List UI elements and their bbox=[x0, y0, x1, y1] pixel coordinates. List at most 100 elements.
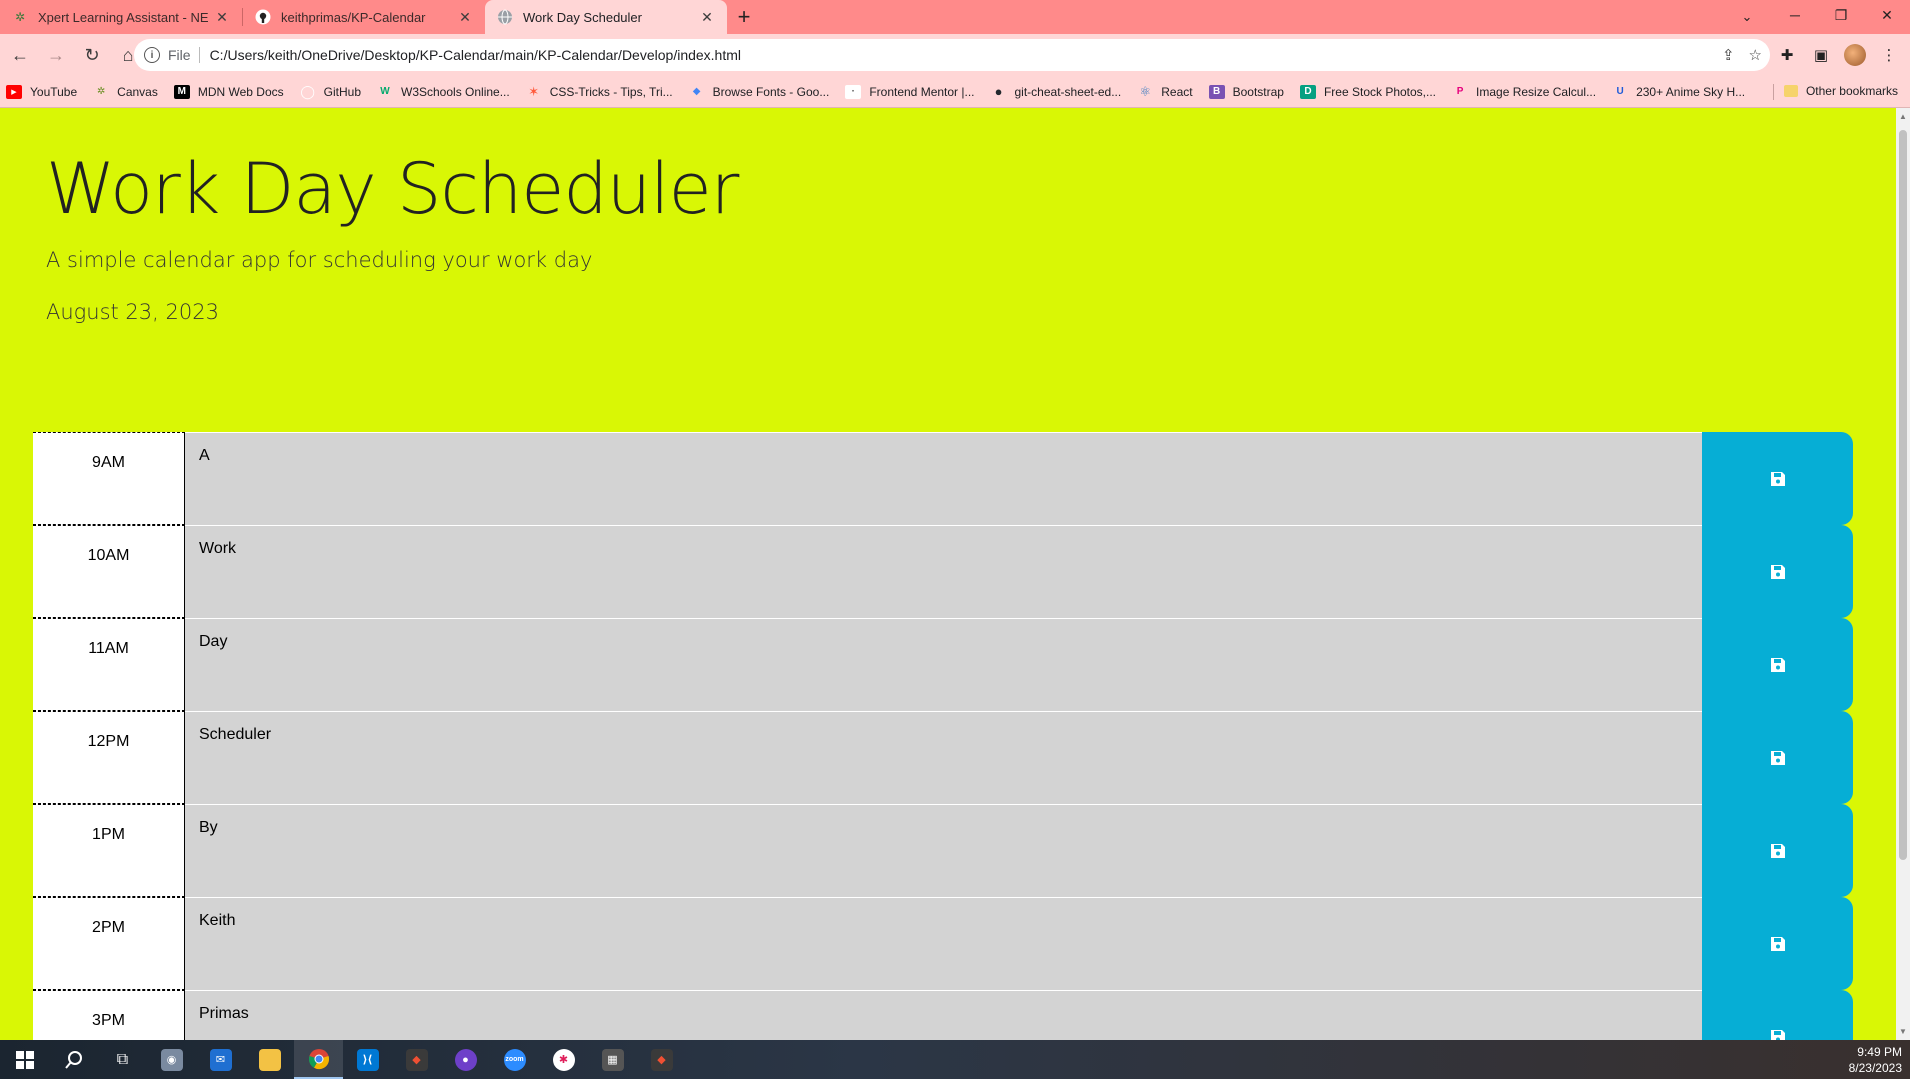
minimize-icon[interactable]: ─ bbox=[1772, 0, 1818, 30]
bookmark-bootstrap[interactable]: B Bootstrap bbox=[1208, 84, 1284, 99]
save-button[interactable] bbox=[1702, 711, 1853, 804]
page-header: Work Day Scheduler A simple calendar app… bbox=[46, 148, 739, 324]
save-button[interactable] bbox=[1702, 990, 1853, 1040]
hour-label: 12PM bbox=[33, 711, 185, 804]
react-icon: ⚛ bbox=[1139, 83, 1152, 99]
bookmark-label: Free Stock Photos,... bbox=[1323, 84, 1437, 99]
bookmark-google-fonts[interactable]: ◆ Browse Fonts - Goo... bbox=[689, 85, 830, 99]
time-block: 1PM By bbox=[33, 804, 1853, 897]
new-tab-button[interactable]: + bbox=[727, 0, 761, 34]
url-divider bbox=[198, 47, 200, 63]
forward-icon[interactable]: → bbox=[40, 39, 72, 71]
system-clock[interactable]: 9:49 PM 8/23/2023 bbox=[1849, 1044, 1902, 1076]
close-icon[interactable]: ✕ bbox=[214, 9, 230, 25]
stock-photos-icon: D bbox=[1299, 84, 1316, 99]
youtube-icon: ▶ bbox=[6, 84, 22, 99]
page-viewport: Work Day Scheduler A simple calendar app… bbox=[0, 108, 1896, 1040]
bookmark-css-tricks[interactable]: ✶ CSS-Tricks - Tips, Tri... bbox=[526, 83, 672, 99]
task-view-icon[interactable]: ⧉ bbox=[98, 1040, 147, 1079]
tab-strip: ✲ Xpert Learning Assistant - NEW! ✕ keit… bbox=[0, 0, 1910, 34]
canvas-icon: ✲ bbox=[96, 86, 106, 97]
time-block: 12PM Scheduler bbox=[33, 711, 1853, 804]
close-window-icon[interactable]: ✕ bbox=[1864, 0, 1910, 30]
hour-label: 3PM bbox=[33, 990, 185, 1040]
github-desktop-icon[interactable]: ● bbox=[441, 1040, 490, 1079]
window-controls: ─ ❐ ✕ bbox=[1772, 0, 1910, 34]
site-info-icon[interactable]: i bbox=[144, 47, 160, 63]
bookmark-react[interactable]: ⚛ React bbox=[1137, 83, 1192, 99]
scroll-up-icon[interactable]: ▲ bbox=[1899, 112, 1907, 121]
bookmark-anime-sky[interactable]: U 230+ Anime Sky H... bbox=[1612, 85, 1745, 99]
scroll-down-icon[interactable]: ▼ bbox=[1899, 1027, 1907, 1036]
tab-work-day-scheduler[interactable]: Work Day Scheduler ✕ bbox=[485, 0, 727, 34]
windows-start-icon[interactable] bbox=[0, 1040, 49, 1079]
zoom-icon[interactable]: zoom bbox=[490, 1040, 539, 1079]
time-block: 3PM Primas bbox=[33, 990, 1853, 1040]
page-scrollbar[interactable]: ▲ ▼ bbox=[1896, 108, 1910, 1040]
address-bar[interactable]: i File C:/Users/keith/OneDrive/Desktop/K… bbox=[134, 39, 1770, 71]
event-description-input[interactable]: By bbox=[185, 804, 1702, 897]
save-button[interactable] bbox=[1702, 525, 1853, 618]
time-block: 10AM Work bbox=[33, 525, 1853, 618]
mail-icon[interactable]: ✉ bbox=[196, 1040, 245, 1079]
save-button[interactable] bbox=[1702, 804, 1853, 897]
git-gui-icon[interactable]: ◆ bbox=[392, 1040, 441, 1079]
slack-icon[interactable]: ✱ bbox=[539, 1040, 588, 1079]
camera-icon[interactable]: ◉ bbox=[147, 1040, 196, 1079]
git-gui-icon[interactable]: ◆ bbox=[637, 1040, 686, 1079]
bookmark-frontend-mentor[interactable]: · Frontend Mentor |... bbox=[845, 84, 975, 99]
event-description-input[interactable]: Day bbox=[185, 618, 1702, 711]
url-text[interactable]: C:/Users/keith/OneDrive/Desktop/KP-Calen… bbox=[210, 47, 741, 63]
profile-avatar[interactable] bbox=[1844, 44, 1866, 66]
other-bookmarks[interactable]: Other bookmarks bbox=[1783, 84, 1898, 98]
bookmark-label: Image Resize Calcul... bbox=[1476, 84, 1597, 99]
event-description-input[interactable]: Scheduler bbox=[185, 711, 1702, 804]
scrollbar-thumb[interactable] bbox=[1899, 130, 1907, 860]
event-description-input[interactable]: A bbox=[185, 432, 1702, 525]
clock-date: 8/23/2023 bbox=[1848, 1061, 1902, 1075]
side-panel-icon[interactable]: ▣ bbox=[1810, 44, 1832, 66]
menu-icon[interactable]: ⋮ bbox=[1878, 44, 1900, 66]
mdn-icon: M bbox=[173, 84, 190, 99]
reload-icon[interactable]: ↻ bbox=[76, 39, 108, 71]
bookmark-git-cheat-sheet[interactable]: ● git-cheat-sheet-ed... bbox=[991, 84, 1122, 99]
tab-xpert[interactable]: ✲ Xpert Learning Assistant - NEW! ✕ bbox=[0, 0, 242, 34]
save-button[interactable] bbox=[1702, 618, 1853, 711]
restore-icon[interactable]: ❐ bbox=[1818, 0, 1864, 30]
calculator-icon[interactable]: ▦ bbox=[588, 1040, 637, 1079]
close-icon[interactable]: ✕ bbox=[457, 9, 473, 25]
event-description-input[interactable]: Primas bbox=[185, 990, 1702, 1040]
bookmark-label: YouTube bbox=[30, 84, 78, 99]
floppy-disk-icon bbox=[1770, 750, 1785, 765]
tab-github[interactable]: keithprimas/KP-Calendar ✕ bbox=[243, 0, 485, 34]
bookmark-github[interactable]: ◯ GitHub bbox=[300, 84, 361, 99]
bookmark-label: Canvas bbox=[117, 84, 158, 99]
close-icon[interactable]: ✕ bbox=[699, 9, 715, 25]
bookmark-canvas[interactable]: ✲ Canvas bbox=[93, 85, 158, 99]
back-icon[interactable]: ← bbox=[4, 39, 36, 71]
bookmark-mdn[interactable]: M MDN Web Docs bbox=[173, 84, 284, 99]
save-button[interactable] bbox=[1702, 897, 1853, 990]
bookmark-w3schools[interactable]: W W3Schools Online... bbox=[377, 85, 509, 99]
time-block: 2PM Keith bbox=[33, 897, 1853, 990]
search-icon[interactable] bbox=[49, 1040, 98, 1079]
bookmark-youtube[interactable]: ▶ YouTube bbox=[6, 84, 78, 99]
bookmark-stock-photos[interactable]: D Free Stock Photos,... bbox=[1299, 84, 1437, 99]
hour-label: 2PM bbox=[33, 897, 185, 990]
chrome-icon[interactable] bbox=[294, 1040, 343, 1079]
event-description-input[interactable]: Work bbox=[185, 525, 1702, 618]
share-icon[interactable]: ⇪ bbox=[1722, 46, 1735, 64]
extensions-icon[interactable]: ✚ bbox=[1776, 44, 1798, 66]
tab-search-icon[interactable]: ⌄ bbox=[1732, 2, 1762, 32]
w3schools-icon: W bbox=[380, 86, 390, 97]
time-block-list: 9AM A 10AM Work 11AM Day 12PM Scheduler bbox=[33, 432, 1853, 1040]
hour-label: 9AM bbox=[33, 432, 185, 525]
bookmark-star-icon[interactable]: ☆ bbox=[1749, 46, 1762, 64]
save-button[interactable] bbox=[1702, 432, 1853, 525]
file-explorer-icon[interactable] bbox=[245, 1040, 294, 1079]
bookmark-image-resize[interactable]: P Image Resize Calcul... bbox=[1452, 85, 1596, 99]
event-description-input[interactable]: Keith bbox=[185, 897, 1702, 990]
floppy-disk-icon bbox=[1770, 1029, 1785, 1040]
css-tricks-icon: ✶ bbox=[528, 83, 540, 99]
vscode-icon[interactable]: ⟩⟨ bbox=[343, 1040, 392, 1079]
